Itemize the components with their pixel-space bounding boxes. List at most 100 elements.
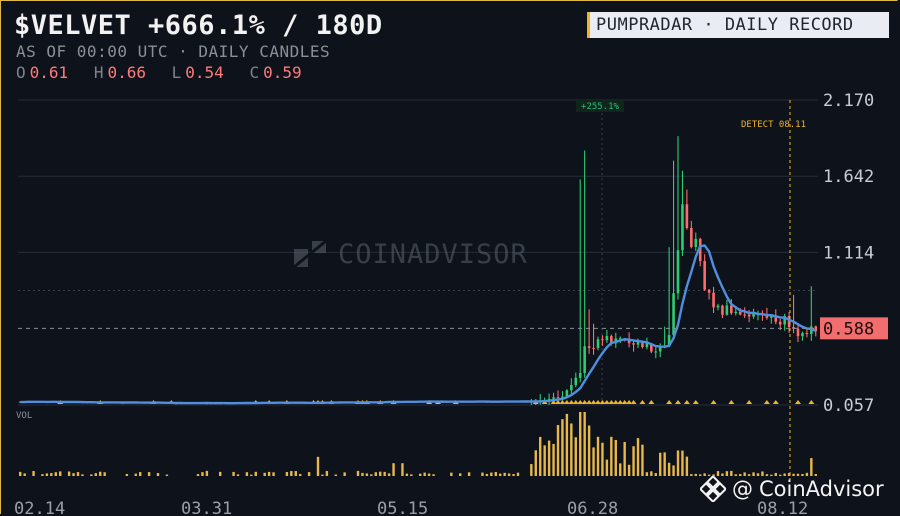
volume-bar <box>379 471 382 476</box>
volume-bar <box>619 463 622 476</box>
volume-bar <box>423 472 426 476</box>
volume-bar <box>236 474 240 476</box>
volume-bar <box>481 472 484 476</box>
volume-bar <box>685 456 689 476</box>
x-tick-label: 05.15 <box>377 499 428 516</box>
ohlc-low-key: L <box>171 63 182 82</box>
volume-bar <box>565 413 569 476</box>
ohlc-high-value: 0.66 <box>107 63 146 82</box>
volume-bar <box>543 445 546 476</box>
volume-bar <box>499 473 502 476</box>
x-tick-label: 03.31 <box>181 499 232 516</box>
candle-body <box>592 347 595 349</box>
candle-body <box>676 250 680 294</box>
candle-body <box>596 339 600 348</box>
signal-marker <box>772 400 779 404</box>
volume-bar <box>485 473 489 476</box>
volume-bar <box>219 471 222 476</box>
volume-bar <box>285 471 289 476</box>
brand-at: @ <box>732 477 753 501</box>
volume-bar <box>59 471 62 476</box>
volume-bar <box>50 473 53 476</box>
volume-bar <box>90 474 93 476</box>
candle-body <box>681 204 684 251</box>
volume-bar <box>592 447 595 476</box>
volume-bar <box>267 471 271 476</box>
volume-bar <box>490 472 493 476</box>
candle-body <box>552 397 555 399</box>
x-tick-label: 02.14 <box>14 499 65 516</box>
candle-body <box>574 377 578 385</box>
candle-body <box>730 305 733 314</box>
volume-bar <box>32 470 35 476</box>
volume-bar <box>316 456 320 476</box>
volume-bar <box>250 474 253 476</box>
source-badge: PUMPRADAR · DAILY RECORD <box>587 12 889 38</box>
candle-body <box>632 343 635 345</box>
volume-bars <box>19 412 817 476</box>
signal-marker <box>692 400 699 404</box>
volume-bar <box>601 442 604 476</box>
signal-marker <box>630 400 637 404</box>
signal-marker <box>746 400 753 404</box>
volume-bar <box>307 472 311 476</box>
volume-bar <box>810 458 813 476</box>
volume-bar <box>516 472 520 476</box>
volume-bar <box>512 474 515 476</box>
volume-bar <box>125 473 129 476</box>
candle-body <box>778 321 782 325</box>
volume-label: VOL <box>16 411 32 421</box>
candle-body <box>690 228 693 247</box>
volume-bar <box>641 444 644 476</box>
volume-bar <box>294 471 297 476</box>
volume-bar <box>494 471 497 476</box>
candle-body <box>707 289 711 293</box>
volume-bar <box>165 474 169 476</box>
volume-bar <box>383 471 386 476</box>
candle-body <box>796 328 800 337</box>
watermark: COINADVISOR <box>292 238 528 270</box>
volume-bar <box>392 463 395 476</box>
signal-marker <box>795 400 801 404</box>
y-tick-label: 2.170 <box>823 91 874 111</box>
volume-bar <box>387 473 391 476</box>
candle-body <box>743 314 746 316</box>
volume-bar <box>650 471 653 476</box>
x-tick-label: 06.28 <box>567 499 618 516</box>
candle-body <box>578 372 582 378</box>
candle-body <box>721 305 724 315</box>
volume-bar <box>623 441 626 476</box>
ohlc-readout: O 0.61 H 0.66 L 0.54 C 0.59 <box>16 63 318 82</box>
candle-body <box>734 311 738 314</box>
y-tick-label: 1.642 <box>823 167 874 187</box>
volume-bar <box>654 473 657 476</box>
volume-bar <box>374 472 377 476</box>
watermark-logo-icon <box>293 239 327 269</box>
candle-body <box>805 333 809 335</box>
volume-bar <box>552 443 555 476</box>
volume-bar <box>134 473 137 476</box>
candle-body <box>556 397 560 399</box>
signal-marker <box>808 400 815 404</box>
volume-bar <box>361 472 364 476</box>
chart-subtitle: AS OF 00:00 UTC · DAILY CANDLES <box>16 42 331 61</box>
volume-bar <box>147 472 151 476</box>
volume-bar <box>99 471 102 476</box>
volume-bar <box>681 450 684 476</box>
x-axis-ticks: 02.14 03.31 05.15 06.28 08.12 <box>14 499 808 516</box>
volume-bar <box>539 436 542 476</box>
volume-bar <box>605 459 609 476</box>
volume-bar <box>530 464 533 476</box>
brand-mark: @ CoinAdvisor <box>700 476 884 502</box>
y-axis-ticks: 2.170 1.642 1.114 0.057 <box>823 91 874 416</box>
volume-bar <box>299 474 302 476</box>
volume-bar <box>556 425 560 476</box>
volume-bar <box>690 474 693 476</box>
volume-bar <box>196 474 200 476</box>
volume-bar <box>459 473 462 476</box>
candle-body <box>703 261 706 290</box>
candle-body <box>587 346 591 348</box>
y-tick-label: 1.114 <box>823 243 874 263</box>
candle-body <box>605 336 609 341</box>
volume-bar <box>325 470 329 476</box>
